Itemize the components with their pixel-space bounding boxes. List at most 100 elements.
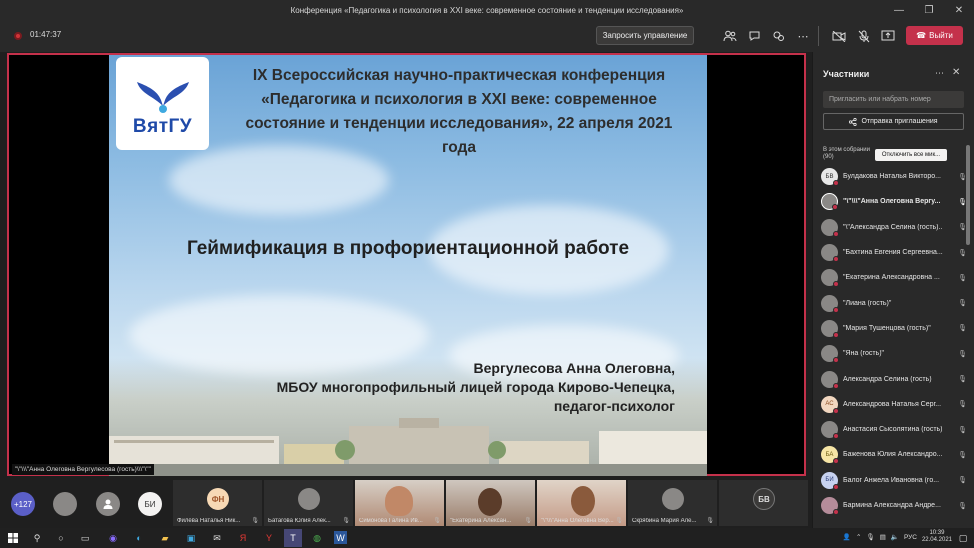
participant-row[interactable]: Анастасия Сысолятина (гость) 🎙	[821, 417, 967, 442]
volume-icon[interactable]: 🔈	[891, 533, 899, 541]
video-tile[interactable]: Симонова Галина Ив... 🎙	[355, 480, 444, 526]
video-tile[interactable]: "\"\\\"Анна Олеговна Вер... 🎙	[537, 480, 626, 526]
network-icon[interactable]: ▤	[880, 533, 886, 541]
more-actions-icon[interactable]: ⋯	[795, 28, 811, 44]
mic-off-icon[interactable]	[856, 28, 872, 44]
video-filmstrip: +127 БИ ФН Филёва Наталья Ник... 🎙 Батаг…	[0, 478, 812, 528]
participant-row[interactable]: АС Александрова Наталья Серг... 🎙	[821, 392, 967, 417]
participant-name: "\"Александра Селина (гость)...	[843, 223, 943, 231]
clock[interactable]: 10:39 22.04.2021	[922, 530, 952, 544]
participant-name: Бармина Александра Андре...	[843, 502, 941, 509]
request-control-button[interactable]: Запросить управление	[596, 26, 694, 45]
tile-name: "Екатерина Алексан...	[450, 518, 512, 524]
camera-off-icon[interactable]	[831, 28, 847, 44]
participant-row[interactable]: "Екатерина Александровна ... 🎙	[821, 265, 967, 290]
notifications-icon[interactable]: ▢	[956, 531, 970, 545]
participant-avatar	[821, 218, 839, 237]
video-tile[interactable]: Батагова Юлия Алек... 🎙	[264, 480, 353, 526]
tile-avatar	[298, 488, 320, 510]
mail-icon[interactable]: ✉	[210, 531, 224, 545]
breakout-rooms-icon[interactable]	[770, 28, 786, 44]
leave-meeting-button[interactable]: ☎ Выйти	[906, 26, 963, 45]
participant-name: "\"\\\"Анна Олеговна Вергу...	[843, 198, 941, 206]
participant-row[interactable]: Александра Селина (гость) 🎙	[821, 366, 967, 391]
close-window-button[interactable]: ✕	[944, 0, 974, 20]
status-dot	[833, 407, 839, 414]
mic-off-icon: 🎙	[615, 518, 623, 524]
word-icon[interactable]: W	[334, 531, 347, 544]
status-dot	[833, 382, 839, 389]
language-indicator[interactable]: РУС	[904, 534, 917, 541]
mic-icon[interactable]: 🎙	[866, 533, 874, 541]
participant-avatar: БВ	[821, 168, 839, 187]
chrome-icon[interactable]: ◍	[310, 531, 324, 545]
participant-avatar[interactable]	[53, 492, 77, 516]
participant-row[interactable]: Бармина Александра Андре... 🎙	[821, 493, 967, 518]
mic-off-icon: 🎙	[342, 518, 350, 524]
store-icon[interactable]: ▣	[184, 531, 198, 545]
windows-start-icon[interactable]	[6, 531, 20, 545]
participants-panel: Участники ⋯ ✕ Пригласить или набрать ном…	[812, 52, 974, 528]
people-icon[interactable]: 👤	[843, 533, 851, 541]
panel-more-icon[interactable]: ⋯	[935, 68, 944, 79]
slide-author: Вергулесова Анна Олеговна, МБОУ многопро…	[277, 359, 675, 416]
participant-row[interactable]: "Мария Тушенцова (гость)" 🎙	[821, 316, 967, 341]
participant-row[interactable]: БВ Булдакова Наталья Викторо... 🎙	[821, 164, 967, 189]
video-tile[interactable]: ФН Филёва Наталья Ник... 🎙	[173, 480, 262, 526]
status-dot	[833, 357, 839, 364]
participant-avatar[interactable]	[96, 492, 120, 516]
yandex-icon[interactable]: Я	[236, 531, 250, 545]
title-bar: Конференция «Педагогика и психология в X…	[0, 0, 974, 20]
yandex-browser-icon[interactable]: Y	[262, 531, 276, 545]
participant-row[interactable]: "Лиана (гость)" 🎙	[821, 290, 967, 315]
share-invite-button[interactable]: Отправка приглашения	[823, 113, 964, 130]
mic-off-icon: 🎙	[706, 518, 714, 524]
logo-text: ВятГУ	[132, 116, 193, 137]
status-dot	[833, 458, 839, 465]
task-view-icon[interactable]: ▭	[78, 531, 92, 545]
tile-name: Скрябина Мария Але...	[632, 518, 697, 524]
university-logo: ВятГУ	[116, 57, 209, 150]
invite-input[interactable]: Пригласить или набрать номер	[823, 91, 964, 108]
participant-row[interactable]: "\"Александра Селина (гость)... 🎙	[821, 215, 967, 240]
video-tile[interactable]: БВ	[719, 480, 808, 526]
participant-row[interactable]: "Бахтина Евгения Сергеевна... 🎙	[821, 240, 967, 265]
phone-icon: ☎	[916, 31, 927, 40]
cortana-icon[interactable]: ○	[54, 531, 68, 545]
panel-scrollbar[interactable]	[966, 145, 970, 245]
panel-close-icon[interactable]: ✕	[952, 67, 960, 78]
participant-name: "Екатерина Александровна ...	[843, 274, 940, 282]
minimize-button[interactable]: —	[884, 0, 914, 20]
share-screen-icon[interactable]	[880, 28, 896, 44]
video-tile[interactable]: "Екатерина Алексан... 🎙	[446, 480, 535, 526]
participant-row[interactable]: БИ Балог Анжела Ивановна (го... 🎙	[821, 468, 967, 493]
video-tile[interactable]: Скрябина Мария Але... 🎙	[628, 480, 717, 526]
webcam-person	[571, 486, 595, 516]
status-dot	[833, 433, 839, 440]
participant-avatar	[821, 269, 839, 288]
restore-button[interactable]: ❐	[914, 0, 944, 20]
mic-off-icon: 🎙	[958, 300, 967, 308]
participants-icon[interactable]	[722, 28, 738, 44]
share-invite-label: Отправка приглашения	[861, 118, 938, 125]
edge-icon[interactable]: ◐	[132, 531, 146, 545]
tile-name: Симонова Галина Ив...	[359, 518, 423, 524]
more-participants-button[interactable]: +127	[11, 492, 35, 516]
shared-screen-stage: ВятГУ IX Всероссийская научно-практическ…	[7, 53, 806, 476]
avatar-initials: БА	[825, 451, 834, 458]
mic-off-icon: 🎙	[958, 502, 967, 510]
tray-chevron-icon[interactable]: ⌃	[856, 533, 861, 541]
in-meeting-header[interactable]: В этом собрании (90)	[823, 147, 875, 161]
participant-row[interactable]: "\"\\\"Анна Олеговна Вергу... 🎙	[821, 189, 967, 214]
app-icon[interactable]: ◉	[106, 531, 120, 545]
teams-icon[interactable]: T	[284, 529, 302, 547]
participant-row[interactable]: "Яна (гость)" 🎙	[821, 341, 967, 366]
clock-time: 10:39	[929, 530, 945, 536]
mute-all-button[interactable]: Отключить все мик...	[875, 149, 947, 161]
search-icon[interactable]: ⚲	[30, 531, 44, 545]
participant-avatar[interactable]: БИ	[138, 492, 162, 516]
participant-name: "Бахтина Евгения Сергеевна...	[843, 249, 943, 257]
participant-row[interactable]: БА Баженова Юлия Александро... 🎙	[821, 442, 967, 467]
chat-icon[interactable]	[746, 28, 762, 44]
file-explorer-icon[interactable]: ▰	[158, 531, 172, 545]
